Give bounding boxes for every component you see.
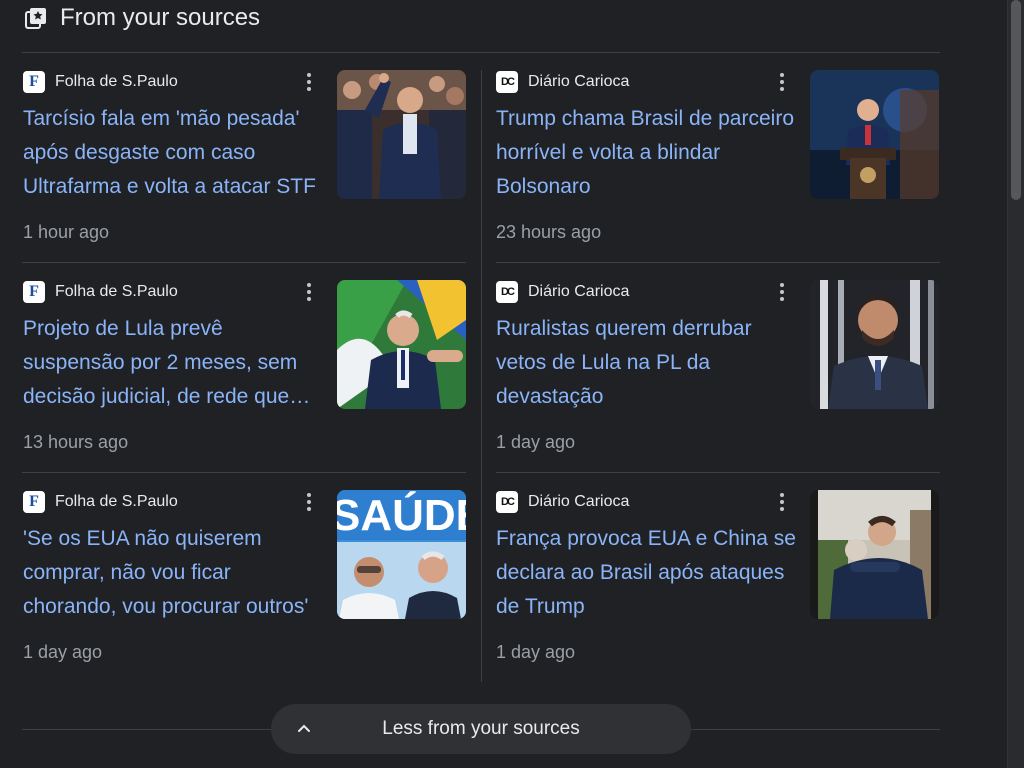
folha-favicon-icon: F bbox=[23, 71, 45, 93]
diario-carioca-favicon-icon: DC bbox=[496, 71, 518, 93]
timestamp: 23 hours ago bbox=[496, 222, 602, 242]
article-thumbnail[interactable] bbox=[337, 280, 466, 409]
news-card[interactable]: F Folha de S.Paulo 'Se os EUA não quiser… bbox=[23, 490, 468, 690]
source-name: Folha de S.Paulo bbox=[55, 493, 178, 510]
source-row: DC Diário Carioca bbox=[496, 70, 629, 94]
timestamp: 1 day ago bbox=[23, 642, 103, 662]
source-row: F Folha de S.Paulo bbox=[23, 70, 178, 94]
headline-link[interactable]: Ruralistas querem derrubar vetos de Lula… bbox=[496, 312, 798, 414]
thumb-banner-text: SAÚDE bbox=[337, 490, 466, 540]
timestamp: 13 hours ago bbox=[23, 432, 129, 452]
article-thumbnail[interactable] bbox=[337, 70, 466, 199]
diario-carioca-favicon-icon: DC bbox=[496, 281, 518, 303]
more-options-icon[interactable] bbox=[776, 72, 788, 92]
section-header: From your sources bbox=[24, 0, 260, 36]
more-options-icon[interactable] bbox=[776, 492, 788, 512]
source-name: Folha de S.Paulo bbox=[55, 283, 178, 300]
less-from-sources-button[interactable]: Less from your sources bbox=[271, 704, 691, 754]
source-name: Diário Carioca bbox=[528, 283, 630, 300]
article-thumbnail[interactable]: SAÚDE bbox=[337, 490, 466, 619]
source-row: DC Diário Carioca bbox=[496, 490, 629, 514]
article-thumbnail[interactable] bbox=[810, 490, 939, 619]
timestamp: 1 hour ago bbox=[23, 222, 110, 242]
headline-link[interactable]: 'Se os EUA não quiserem comprar, não vou… bbox=[23, 522, 325, 624]
more-options-icon[interactable] bbox=[303, 282, 315, 302]
news-card[interactable]: DC Diário Carioca Trump chama Brasil de … bbox=[496, 70, 941, 270]
more-options-icon[interactable] bbox=[303, 72, 315, 92]
news-card[interactable]: DC Diário Carioca França provoca EUA e C… bbox=[496, 490, 941, 690]
scrollbar-track[interactable] bbox=[1007, 0, 1024, 768]
headline-link[interactable]: Trump chama Brasil de parceiro horrível … bbox=[496, 102, 798, 204]
scrollbar-thumb[interactable] bbox=[1011, 0, 1021, 200]
source-name: Diário Carioca bbox=[528, 493, 630, 510]
folha-favicon-icon: F bbox=[23, 281, 45, 303]
timestamp: 1 day ago bbox=[496, 432, 576, 452]
news-card[interactable]: DC Diário Carioca Ruralistas querem derr… bbox=[496, 280, 941, 480]
chevron-up-icon bbox=[298, 724, 310, 732]
less-from-sources-label: Less from your sources bbox=[382, 718, 580, 739]
source-row: DC Diário Carioca bbox=[496, 280, 629, 304]
source-row: F Folha de S.Paulo bbox=[23, 280, 178, 304]
news-card[interactable]: F Folha de S.Paulo Tarcísio fala em 'mão… bbox=[23, 70, 468, 270]
timestamp: 1 day ago bbox=[496, 642, 576, 662]
headline-link[interactable]: França provoca EUA e China se declara ao… bbox=[496, 522, 798, 624]
header-divider bbox=[22, 52, 940, 53]
newspaper-star-icon bbox=[24, 5, 50, 31]
article-thumbnail[interactable] bbox=[810, 70, 939, 199]
diario-carioca-favicon-icon: DC bbox=[496, 491, 518, 513]
source-name: Folha de S.Paulo bbox=[55, 73, 178, 90]
more-options-icon[interactable] bbox=[303, 492, 315, 512]
source-row: F Folha de S.Paulo bbox=[23, 490, 178, 514]
folha-favicon-icon: F bbox=[23, 491, 45, 513]
headline-link[interactable]: Tarcísio fala em 'mão pesada' após desga… bbox=[23, 102, 325, 204]
headline-link[interactable]: Projeto de Lula prevê suspensão por 2 me… bbox=[23, 312, 325, 414]
article-thumbnail[interactable] bbox=[810, 280, 939, 409]
news-card[interactable]: F Folha de S.Paulo Projeto de Lula prevê… bbox=[23, 280, 468, 480]
more-options-icon[interactable] bbox=[776, 282, 788, 302]
column-divider bbox=[481, 70, 482, 682]
source-name: Diário Carioca bbox=[528, 73, 630, 90]
section-title: From your sources bbox=[60, 4, 261, 31]
